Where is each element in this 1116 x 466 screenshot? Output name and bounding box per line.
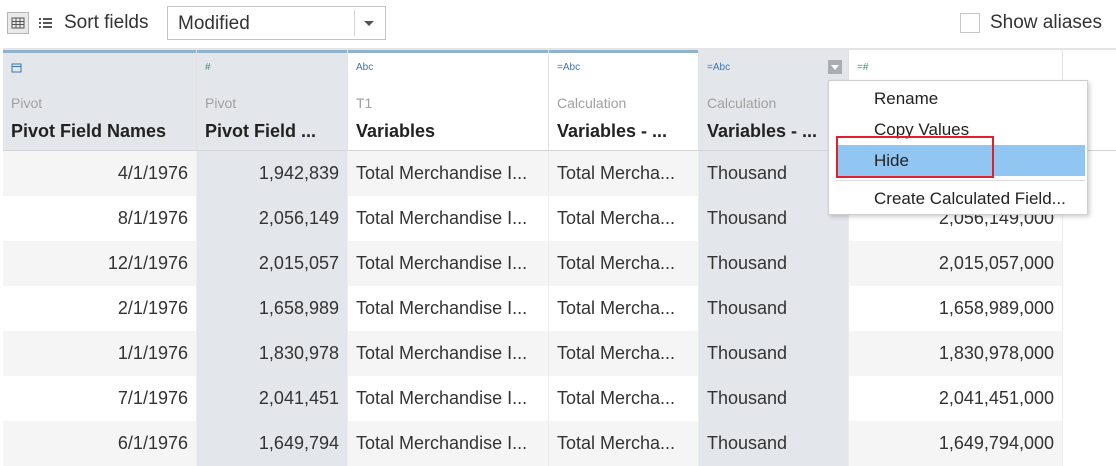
menu-item-create-calculated-field[interactable]: Create Calculated Field...	[836, 183, 1085, 214]
table-cell: Total Merchandise I...	[348, 376, 549, 421]
table-row: 7/1/1976 2,041,451 Total Merchandise I... T…	[3, 376, 1063, 421]
table-cell: Total Merchandise I...	[348, 196, 549, 241]
column-source-label: Pivot	[205, 95, 237, 111]
table-cell: 2/1/1976	[3, 286, 197, 331]
table-cell: Total Mercha...	[549, 196, 699, 241]
table-cell: 2,056,149	[197, 196, 348, 241]
column-field-name: Variables	[356, 121, 436, 141]
table-cell: Total Mercha...	[549, 286, 699, 331]
table-cell: 1,830,978	[197, 331, 348, 376]
table-row: 12/1/1976 2,015,057 Total Merchandise I...…	[3, 241, 1063, 286]
column-source-label: Calculation	[707, 95, 777, 111]
sort-fields-value: Modified	[178, 13, 250, 34]
table-cell: Total Mercha...	[549, 421, 699, 466]
sort-fields-select[interactable]: Modified	[167, 6, 386, 40]
date-type-icon	[11, 62, 22, 76]
table-cell: Total Merchandise I...	[348, 286, 549, 331]
column-menu-dropdown-icon[interactable]	[828, 60, 842, 74]
table-cell: Thousand	[699, 376, 849, 421]
table-cell: 1,658,989,000	[849, 286, 1063, 331]
table-cell: 4/1/1976	[3, 151, 197, 196]
table-cell: 2,015,057	[197, 241, 348, 286]
column-top-bar	[197, 50, 347, 53]
number-type-icon: =#	[857, 62, 869, 73]
column-field-name: Pivot Field Names	[11, 121, 167, 141]
table-cell: 1,649,794	[197, 421, 348, 466]
table-cell: 8/1/1976	[3, 196, 197, 241]
column-header-4[interactable]: =Abc Calculation Variables - ...	[699, 50, 849, 150]
column-field-name: Variables - ...	[707, 121, 818, 141]
table-cell: Thousand	[699, 196, 849, 241]
table-cell: Total Merchandise I...	[348, 421, 549, 466]
column-source-label: Pivot	[11, 95, 43, 111]
table-cell: 1,649,794,000	[849, 421, 1063, 466]
string-type-icon: Abc	[356, 62, 374, 73]
column-field-name: Pivot Field ...	[205, 121, 317, 141]
chevron-down-icon	[364, 21, 374, 26]
table-cell: 12/1/1976	[3, 241, 197, 286]
table-cell: 2,041,451,000	[849, 376, 1063, 421]
table-row: 2/1/1976 1,658,989 Total Merchandise I... T…	[3, 286, 1063, 331]
sort-fields-label: Sort fields	[64, 12, 149, 33]
table-cell: 6/1/1976	[3, 421, 197, 466]
show-aliases-label: Show aliases	[990, 12, 1102, 33]
table-cell: Total Mercha...	[549, 151, 699, 196]
column-source-label: T1	[356, 95, 373, 111]
table-cell: 2,015,057,000	[849, 241, 1063, 286]
table-cell: Thousand	[699, 286, 849, 331]
column-header-2[interactable]: Abc T1 Variables	[348, 50, 549, 150]
table-cell: Thousand	[699, 331, 849, 376]
column-header-0[interactable]: Pivot Pivot Field Names	[3, 50, 197, 150]
show-aliases-checkbox[interactable]	[960, 13, 980, 33]
table-cell: Total Mercha...	[549, 331, 699, 376]
string-type-icon: =Abc	[707, 62, 731, 73]
table-cell: Thousand	[699, 241, 849, 286]
toolbar: Sort fields Modified Show aliases	[0, 0, 1116, 48]
column-top-bar	[348, 50, 548, 53]
table-cell: Thousand	[699, 421, 849, 466]
menu-divider	[836, 180, 1085, 181]
table-row: 1/1/1976 1,830,978 Total Merchandise I... T…	[3, 331, 1063, 376]
table-cell: Total Merchandise I...	[348, 151, 549, 196]
table-cell: 2,041,451	[197, 376, 348, 421]
table-cell: Total Merchandise I...	[348, 331, 549, 376]
table-cell: 1/1/1976	[3, 331, 197, 376]
table-cell: 7/1/1976	[3, 376, 197, 421]
column-top-bar	[549, 50, 698, 53]
column-header-3[interactable]: =Abc Calculation Variables - ...	[549, 50, 699, 150]
table-row: 6/1/1976 1,649,794 Total Merchandise I... T…	[3, 421, 1063, 466]
table-cell: 1,658,989	[197, 286, 348, 331]
highlight-annotation-box	[836, 136, 994, 178]
table-cell: Total Mercha...	[549, 241, 699, 286]
menu-item-rename[interactable]: Rename	[836, 83, 1085, 114]
select-divider	[354, 10, 355, 36]
column-top-bar	[3, 50, 196, 53]
column-field-name: Variables - ...	[557, 121, 668, 141]
column-header-1[interactable]: # Pivot Pivot Field ...	[197, 50, 348, 150]
number-type-icon: #	[205, 62, 211, 73]
table-cell: Thousand	[699, 151, 849, 196]
table-cell: Total Mercha...	[549, 376, 699, 421]
list-view-icon[interactable]	[35, 12, 57, 34]
grid-view-icon[interactable]	[7, 12, 29, 34]
column-source-label: Calculation	[557, 95, 627, 111]
string-type-icon: =Abc	[557, 62, 581, 73]
table-cell: Total Merchandise I...	[348, 241, 549, 286]
table-cell: 1,830,978,000	[849, 331, 1063, 376]
table-cell: 1,942,839	[197, 151, 348, 196]
